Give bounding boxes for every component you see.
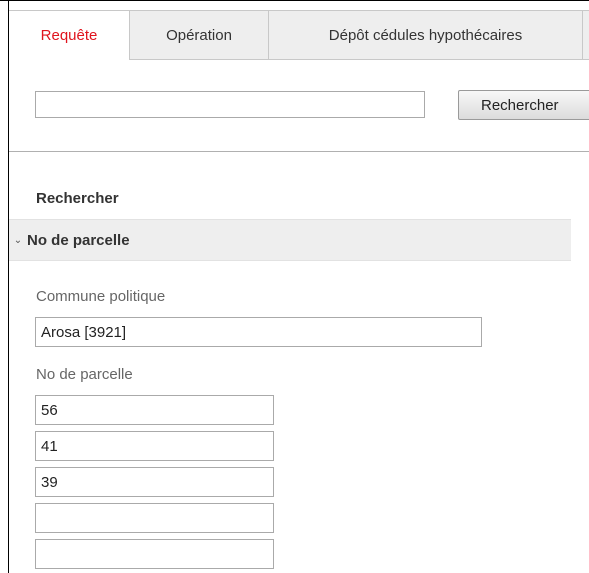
commune-field[interactable] (35, 317, 482, 347)
window-left-border (8, 0, 9, 573)
parcel-number-label: No de parcelle (36, 366, 133, 383)
tab-requete-label: Requête (40, 27, 98, 44)
tab-bar: Requête Opération Dépôt cédules hypothéc… (9, 10, 589, 60)
section-divider (9, 151, 589, 152)
search-input[interactable] (35, 91, 425, 118)
search-button[interactable]: Rechercher (458, 90, 589, 120)
tab-depot-cedules[interactable]: Dépôt cédules hypothécaires (269, 10, 583, 60)
chevron-down-icon: ⌄ (13, 234, 23, 246)
accordion-parcel-header[interactable]: ⌄ No de parcelle (9, 219, 571, 261)
window-top-border (0, 0, 589, 1)
parcel-field-5[interactable] (35, 539, 274, 569)
parcel-field-1[interactable] (35, 395, 274, 425)
tab-depot-cedules-label: Dépôt cédules hypothécaires (328, 26, 523, 44)
tab-bar-underline (130, 59, 589, 60)
tab-operation-label: Opération (166, 26, 232, 44)
commune-label: Commune politique (36, 288, 166, 305)
search-panel: Requête Opération Dépôt cédules hypothéc… (0, 0, 589, 573)
section-title: Rechercher (36, 190, 119, 207)
parcel-field-2[interactable] (35, 431, 274, 461)
tab-overflow[interactable] (583, 10, 589, 60)
accordion-parcel-label: No de parcelle (27, 231, 130, 249)
tab-operation[interactable]: Opération (130, 10, 269, 60)
parcel-field-4[interactable] (35, 503, 274, 533)
parcel-field-3[interactable] (35, 467, 274, 497)
tab-requete[interactable]: Requête (9, 10, 130, 60)
